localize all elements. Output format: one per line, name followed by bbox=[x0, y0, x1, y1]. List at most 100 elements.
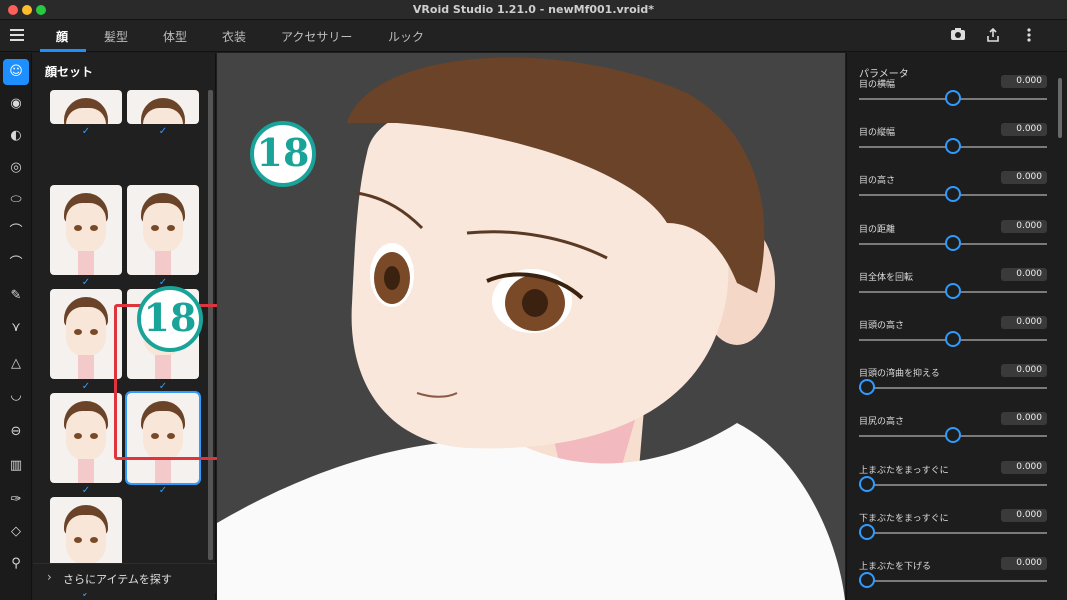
param-value-field[interactable]: 0.000 bbox=[1001, 267, 1047, 281]
eye-white-icon[interactable]: ⬭ bbox=[3, 187, 29, 213]
param-row: 目頭の高さ 0.000 bbox=[859, 316, 1047, 358]
avatar-render bbox=[217, 57, 845, 600]
category-rail: ☺ ◉ ◐ ◎ ⬭ ⌒ ⌒ ✎ ⋎ △ ◡ ⊖ ▥ ✑ ◇ ⚲ bbox=[0, 53, 32, 600]
param-slider-knob[interactable] bbox=[945, 90, 961, 106]
chevron-right-icon: › bbox=[47, 570, 52, 584]
eye-highlight-icon[interactable]: ◎ bbox=[3, 155, 29, 181]
iris-icon[interactable]: ◐ bbox=[3, 123, 29, 149]
eyeline-icon[interactable]: ✎ bbox=[3, 283, 29, 309]
param-value-field[interactable]: 0.000 bbox=[1001, 557, 1047, 570]
step-badge: 18 bbox=[137, 286, 203, 352]
face-preset-thumbnail[interactable] bbox=[50, 289, 122, 379]
param-value-field[interactable]: 0.000 bbox=[1001, 171, 1047, 185]
more-icon[interactable] bbox=[1020, 27, 1038, 45]
teeth-icon[interactable]: ⊖ bbox=[3, 419, 29, 445]
model-viewport[interactable]: 18 bbox=[217, 53, 845, 600]
param-name: 目頭の湾曲を抑える bbox=[859, 369, 940, 380]
param-value-field[interactable]: 0.000 bbox=[1001, 364, 1047, 378]
param-value-field[interactable]: 0.000 bbox=[1001, 460, 1047, 474]
param-value-field[interactable]: 0.000 bbox=[1001, 508, 1047, 522]
param-slider-knob[interactable] bbox=[945, 186, 961, 203]
param-value-field[interactable]: 0.000 bbox=[1001, 412, 1047, 426]
tab-look[interactable]: ルック bbox=[388, 28, 424, 45]
tab-accessory[interactable]: アクセサリー bbox=[281, 28, 352, 45]
eye-icon[interactable]: ◉ bbox=[3, 91, 29, 117]
param-slider-knob[interactable] bbox=[859, 572, 875, 588]
tab-hairstyle[interactable]: 髪型 bbox=[104, 28, 128, 45]
param-value-field[interactable]: 0.000 bbox=[1001, 123, 1047, 137]
param-row: 目の高さ 0.000 bbox=[859, 171, 1047, 213]
app-window: VRoid Studio 1.21.0 - newMf001.vroid* 顔 … bbox=[0, 0, 1067, 600]
face-paint-icon[interactable]: ⚲ bbox=[3, 551, 29, 577]
eyebrow-icon[interactable]: ⌒ bbox=[3, 219, 29, 245]
mouth-icon[interactable]: ◡ bbox=[3, 383, 29, 409]
applied-check-icon: ✓ bbox=[81, 485, 91, 496]
hamburger-menu-icon[interactable] bbox=[10, 29, 24, 41]
eyelid-icon[interactable]: ⋎ bbox=[3, 315, 29, 341]
param-slider-track[interactable] bbox=[859, 580, 1047, 582]
param-row: 上まぶたを下げる 0.000 bbox=[859, 557, 1047, 599]
applied-check-icon: ✓ bbox=[158, 126, 168, 137]
face-shape-icon[interactable]: ✑ bbox=[3, 487, 29, 513]
title-bar: VRoid Studio 1.21.0 - newMf001.vroid* bbox=[0, 0, 1067, 20]
param-value-field[interactable]: 0.000 bbox=[1001, 316, 1047, 329]
param-row: 目の横幅 0.000 bbox=[859, 75, 1047, 117]
tab-face[interactable]: 顔 bbox=[56, 28, 68, 45]
top-nav: 顔 髪型 体型 衣装 アクセサリー ルック bbox=[0, 20, 1067, 52]
parameters-panel: パラメータ 目の横幅 0.000 目の縦幅 0.000 目の高さ 0.000 目の距離 0.0… bbox=[846, 53, 1067, 600]
applied-check-icon: ✓ bbox=[158, 485, 168, 496]
param-slider-track[interactable] bbox=[859, 387, 1047, 390]
more-items-label: さらにアイテムを探す bbox=[63, 573, 172, 586]
eyelash-icon[interactable]: ⌒ bbox=[3, 251, 29, 277]
param-value-field[interactable]: 0.000 bbox=[1001, 75, 1047, 88]
param-row: 目尻の高さ 0.000 bbox=[859, 412, 1047, 454]
face-preset-thumbnail[interactable] bbox=[50, 90, 122, 124]
face-preset-thumbnail[interactable] bbox=[50, 185, 122, 275]
applied-check-icon: ✓ bbox=[81, 381, 91, 392]
ear-icon[interactable]: ▥ bbox=[3, 453, 29, 479]
active-tab-indicator bbox=[40, 49, 86, 52]
param-name: 目全体を回転 bbox=[859, 272, 914, 283]
applied-check-icon: ✓ bbox=[81, 277, 91, 288]
param-name: 上まぶたをまっすぐに bbox=[859, 465, 949, 476]
param-slider-knob[interactable] bbox=[945, 234, 961, 251]
param-slider-knob[interactable] bbox=[945, 427, 961, 444]
more-items-link[interactable]: › さらにアイテムを探す bbox=[33, 563, 216, 593]
step-badge-viewport: 18 bbox=[250, 121, 316, 187]
param-row: 目の縦幅 0.000 bbox=[859, 123, 1047, 165]
tab-outfit[interactable]: 衣装 bbox=[222, 28, 246, 45]
param-name: 下まぶたをまっすぐに bbox=[859, 513, 949, 524]
param-row: 目全体を回転 0.000 bbox=[859, 267, 1047, 310]
face-preset-thumbnail[interactable] bbox=[127, 90, 199, 124]
param-value-field[interactable]: 0.000 bbox=[1001, 219, 1047, 233]
param-slider-knob[interactable] bbox=[945, 331, 961, 347]
param-row: 目の距離 0.000 bbox=[859, 219, 1047, 262]
param-slider-knob[interactable] bbox=[945, 282, 961, 299]
share-icon[interactable] bbox=[984, 27, 1002, 45]
param-row: 上まぶたをまっすぐに 0.000 bbox=[859, 460, 1047, 503]
nose-icon[interactable]: △ bbox=[3, 351, 29, 377]
panel-title: 顔セット bbox=[45, 65, 94, 79]
param-slider-track[interactable] bbox=[859, 483, 1047, 486]
applied-check-icon: ✓ bbox=[81, 126, 91, 137]
jaw-icon[interactable]: ◇ bbox=[3, 519, 29, 545]
camera-icon[interactable] bbox=[949, 27, 967, 45]
param-name: 目の縦幅 bbox=[859, 128, 896, 139]
param-slider-track[interactable] bbox=[859, 531, 1047, 534]
param-row: 目頭の湾曲を抑える 0.000 bbox=[859, 364, 1047, 406]
param-name: 目頭の高さ bbox=[859, 321, 905, 331]
params-scrollbar[interactable] bbox=[1058, 78, 1062, 138]
face-preset-thumbnail[interactable] bbox=[127, 185, 199, 275]
param-name: 目の距離 bbox=[859, 224, 896, 235]
param-name: 目尻の高さ bbox=[859, 417, 905, 428]
param-slider-knob[interactable] bbox=[945, 138, 961, 155]
param-name: 目の高さ bbox=[859, 176, 896, 187]
tab-body[interactable]: 体型 bbox=[163, 28, 187, 45]
face-preset-icon[interactable]: ☺ bbox=[3, 59, 29, 85]
param-row: 下まぶたをまっすぐに 0.000 bbox=[859, 508, 1047, 551]
face-preset-thumbnail[interactable] bbox=[50, 393, 122, 483]
param-slider-knob[interactable] bbox=[859, 475, 875, 492]
param-slider-knob[interactable] bbox=[859, 523, 875, 540]
window-title: VRoid Studio 1.21.0 - newMf001.vroid* bbox=[412, 3, 655, 16]
param-slider-knob[interactable] bbox=[859, 379, 875, 396]
